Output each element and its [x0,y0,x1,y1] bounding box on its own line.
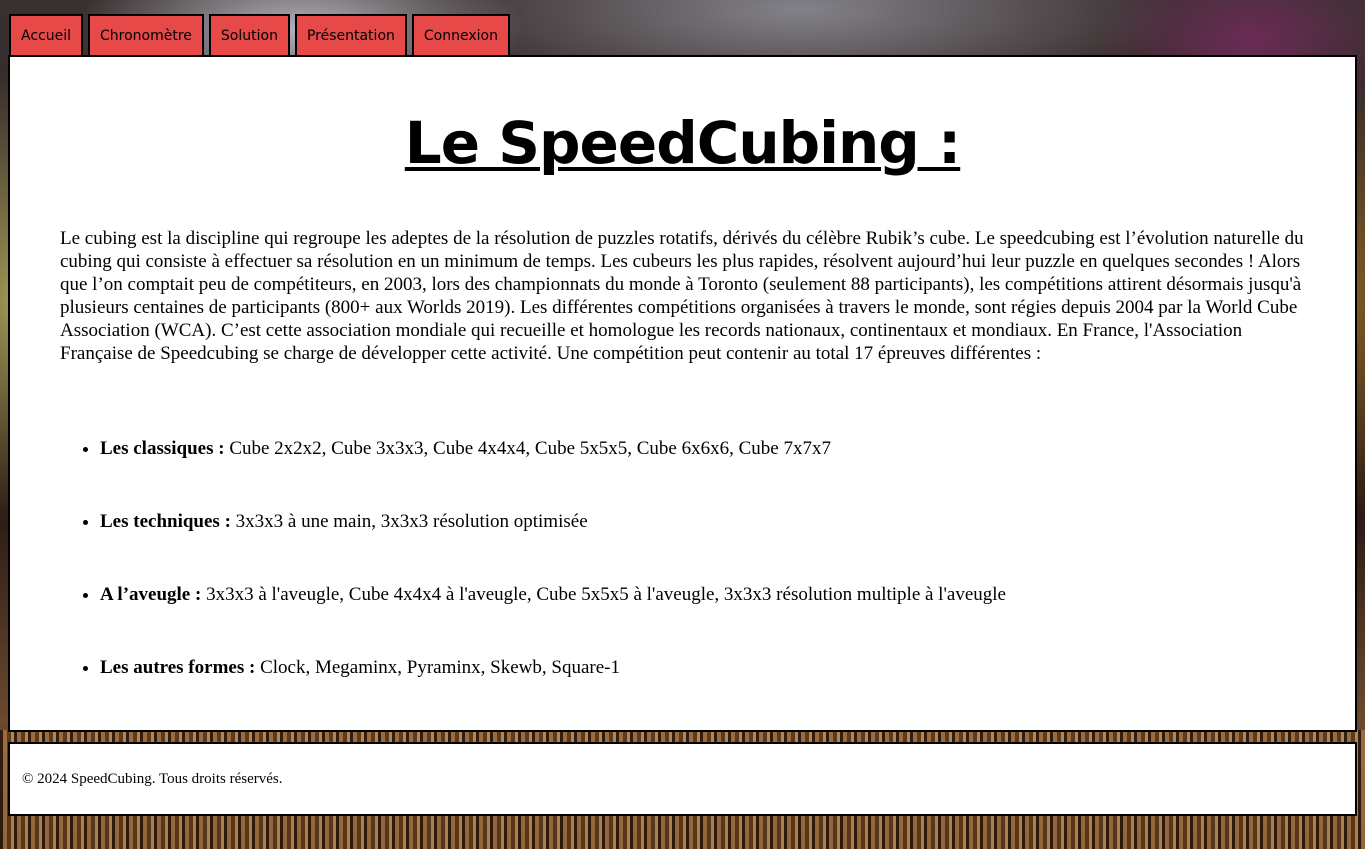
list-item: Les techniques : 3x3x3 à une main, 3x3x3… [100,510,1006,533]
event-category-label: Les autres formes : [100,657,256,678]
event-category-label: Les classiques : [100,438,225,459]
main-nav: Accueil Chronomètre Solution Présentatio… [9,14,510,55]
events-list: Les classiques : Cube 2x2x2, Cube 3x3x3,… [60,437,1006,729]
event-category-label: A l’aveugle : [100,584,202,605]
event-category-label: Les techniques : [100,511,231,532]
page-title: Le SpeedCubing : [404,109,961,177]
event-category-text: Cube 2x2x2, Cube 3x3x3, Cube 4x4x4, Cube… [224,438,831,459]
event-category-text: 3x3x3 à une main, 3x3x3 résolution optim… [230,511,588,532]
nav-tab-solution[interactable]: Solution [208,14,290,55]
nav-tab-chronometre[interactable]: Chronomètre [88,14,204,55]
nav-tab-presentation[interactable]: Présentation [294,14,407,55]
event-category-text: Clock, Megaminx, Pyraminx, Skewb, Square… [255,657,620,678]
list-item: Les autres formes : Clock, Megaminx, Pyr… [100,656,1006,679]
page-footer: © 2024 SpeedCubing. Tous droits réservés… [8,742,1357,816]
intro-paragraph: Le cubing est la discipline qui regroupe… [60,228,1304,364]
list-item: Les classiques : Cube 2x2x2, Cube 3x3x3,… [100,437,1006,460]
list-item: A l’aveugle : 3x3x3 à l'aveugle, Cube 4x… [100,583,1006,606]
copyright-text: © 2024 SpeedCubing. Tous droits réservés… [22,770,283,787]
main-content-panel: Le SpeedCubing : Le cubing est la discip… [8,55,1357,732]
nav-tab-connexion[interactable]: Connexion [411,14,510,55]
event-category-text: 3x3x3 à l'aveugle, Cube 4x4x4 à l'aveugl… [201,584,1006,605]
nav-tab-accueil[interactable]: Accueil [9,14,83,55]
